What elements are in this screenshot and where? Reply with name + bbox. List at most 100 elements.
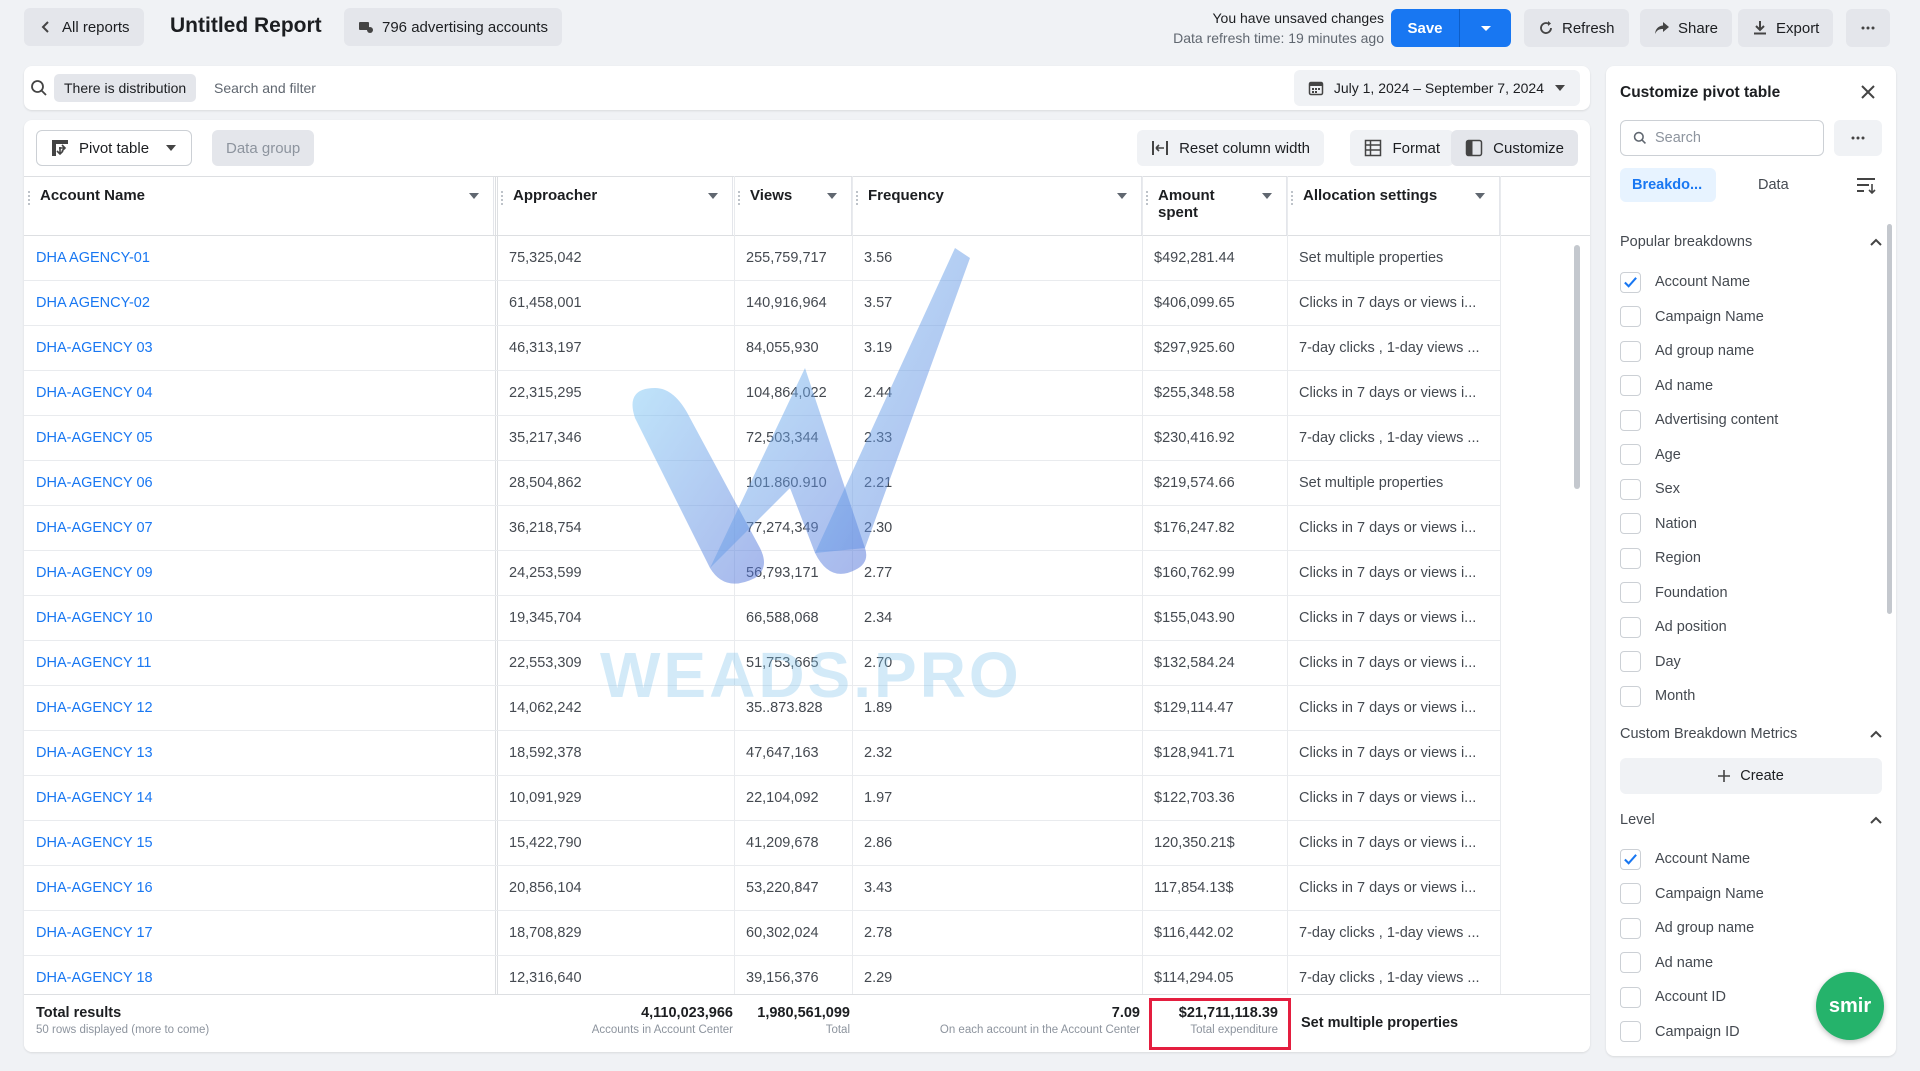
- breakdown-option[interactable]: Account Name: [1620, 846, 1750, 872]
- checkbox[interactable]: [1620, 547, 1641, 569]
- more-options-button[interactable]: [1846, 9, 1890, 47]
- account-name-cell[interactable]: DHA-AGENCY 11: [24, 641, 494, 686]
- checkbox[interactable]: [1620, 616, 1641, 638]
- drag-handle-icon[interactable]: [501, 191, 503, 205]
- account-name-cell[interactable]: DHA-AGENCY 10: [24, 596, 494, 641]
- breakdown-option[interactable]: Nation: [1620, 511, 1697, 537]
- popular-breakdowns-header[interactable]: Popular breakdowns: [1620, 234, 1882, 250]
- caret-down-icon[interactable]: [827, 193, 837, 199]
- all-reports-button[interactable]: All reports: [24, 8, 144, 46]
- checkbox[interactable]: [1620, 478, 1641, 500]
- breakdown-option[interactable]: Account ID: [1620, 984, 1726, 1010]
- account-name-cell[interactable]: DHA-AGENCY 12: [24, 686, 494, 731]
- checkbox[interactable]: [1620, 375, 1641, 396]
- account-name-cell[interactable]: DHA AGENCY-02: [24, 281, 494, 326]
- caret-down-icon[interactable]: [1262, 193, 1272, 199]
- caret-down-icon[interactable]: [1475, 193, 1485, 199]
- filter-chip[interactable]: There is distribution: [54, 74, 197, 102]
- breakdown-option[interactable]: Campaign Name: [1620, 881, 1764, 907]
- column-header-allocation-settings[interactable]: Allocation settings: [1287, 177, 1500, 235]
- format-button[interactable]: Format: [1350, 130, 1454, 166]
- level-header[interactable]: Level: [1620, 812, 1882, 828]
- checkbox[interactable]: [1620, 952, 1641, 973]
- drag-handle-icon[interactable]: [28, 191, 30, 205]
- breakdown-option[interactable]: Campaign ID: [1620, 1019, 1740, 1045]
- checkbox[interactable]: [1620, 651, 1641, 672]
- account-name-cell[interactable]: DHA-AGENCY 07: [24, 506, 494, 551]
- column-header-views[interactable]: Views: [734, 177, 852, 235]
- drag-handle-icon[interactable]: [1291, 191, 1293, 205]
- checkbox[interactable]: [1620, 685, 1641, 707]
- checkbox[interactable]: [1620, 444, 1641, 465]
- breakdown-option[interactable]: Account Name: [1620, 269, 1750, 295]
- panel-scrollbar[interactable]: [1887, 224, 1892, 614]
- chat-badge-button[interactable]: smir: [1816, 972, 1884, 1040]
- checkbox-checked[interactable]: [1620, 848, 1641, 870]
- advertising-accounts-button[interactable]: 796 advertising accounts: [344, 8, 562, 46]
- share-button[interactable]: Share: [1640, 9, 1733, 47]
- drag-handle-icon[interactable]: [856, 191, 858, 205]
- breakdown-option[interactable]: Campaign Name: [1620, 304, 1764, 330]
- account-name-cell[interactable]: DHA-AGENCY 06: [24, 461, 494, 506]
- checkbox[interactable]: [1620, 340, 1641, 362]
- column-header-account-name[interactable]: Account Name: [24, 177, 494, 235]
- sort-icon[interactable]: [1856, 176, 1876, 194]
- table-scrollbar[interactable]: [1574, 245, 1580, 489]
- save-button[interactable]: Save: [1391, 9, 1459, 47]
- account-name-cell[interactable]: DHA-AGENCY 17: [24, 911, 494, 956]
- account-name-cell[interactable]: DHA AGENCY-01: [24, 236, 494, 281]
- checkbox[interactable]: [1620, 513, 1641, 534]
- checkbox[interactable]: [1620, 883, 1641, 904]
- drag-handle-icon[interactable]: [1146, 191, 1148, 205]
- breakdown-option[interactable]: Advertising content: [1620, 407, 1778, 433]
- checkbox[interactable]: [1620, 409, 1641, 431]
- reset-column-width-button[interactable]: Reset column width: [1137, 130, 1324, 166]
- account-name-cell[interactable]: DHA-AGENCY 03: [24, 326, 494, 371]
- chevron-up-icon[interactable]: [1870, 816, 1882, 824]
- breakdown-option[interactable]: Ad name: [1620, 950, 1713, 976]
- breakdown-option[interactable]: Ad name: [1620, 373, 1713, 399]
- pivot-table-selector[interactable]: Pivot table: [36, 130, 193, 166]
- report-title[interactable]: Untitled Report: [170, 14, 322, 38]
- breakdown-option[interactable]: Ad group name: [1620, 338, 1754, 364]
- column-header-frequency[interactable]: Frequency: [852, 177, 1142, 235]
- panel-more-button[interactable]: [1834, 120, 1882, 156]
- chevron-up-icon[interactable]: [1870, 730, 1882, 738]
- breakdown-option[interactable]: Day: [1620, 649, 1681, 675]
- refresh-button[interactable]: Refresh: [1524, 9, 1629, 47]
- column-header-amount-spent[interactable]: Amount spent: [1142, 177, 1287, 235]
- breakdown-option[interactable]: Ad group name: [1620, 915, 1754, 941]
- checkbox[interactable]: [1620, 917, 1641, 939]
- panel-search-input[interactable]: [1655, 130, 1805, 146]
- account-name-cell[interactable]: DHA-AGENCY 14: [24, 776, 494, 821]
- checkbox[interactable]: [1620, 306, 1641, 327]
- account-name-cell[interactable]: DHA-AGENCY 04: [24, 371, 494, 416]
- search-filter-input[interactable]: [214, 74, 714, 102]
- checkbox-checked[interactable]: [1620, 271, 1641, 293]
- breakdown-option[interactable]: Foundation: [1620, 580, 1728, 606]
- panel-search-box[interactable]: [1620, 120, 1824, 156]
- column-header-approacher[interactable]: Approacher: [497, 177, 733, 235]
- caret-down-icon[interactable]: [1117, 193, 1127, 199]
- account-name-cell[interactable]: DHA-AGENCY 15: [24, 821, 494, 866]
- date-range-button[interactable]: July 1, 2024 – September 7, 2024: [1293, 70, 1580, 106]
- chevron-up-icon[interactable]: [1870, 238, 1882, 246]
- account-name-cell[interactable]: DHA-AGENCY 13: [24, 731, 494, 776]
- checkbox[interactable]: [1620, 986, 1641, 1008]
- tab-data[interactable]: Data: [1746, 168, 1801, 202]
- account-name-cell[interactable]: DHA-AGENCY 09: [24, 551, 494, 596]
- data-group-button[interactable]: Data group: [212, 130, 315, 166]
- caret-down-icon[interactable]: [469, 193, 479, 199]
- account-name-cell[interactable]: DHA-AGENCY 18: [24, 956, 494, 994]
- drag-handle-icon[interactable]: [738, 191, 740, 205]
- breakdown-option[interactable]: Region: [1620, 545, 1701, 571]
- custom-breakdown-metrics-header[interactable]: Custom Breakdown Metrics: [1620, 726, 1882, 742]
- create-metric-button[interactable]: Create: [1620, 758, 1882, 794]
- checkbox[interactable]: [1620, 582, 1641, 603]
- customize-button[interactable]: Customize: [1451, 130, 1578, 166]
- tab-breakdowns[interactable]: Breakdo...: [1620, 168, 1716, 202]
- close-icon[interactable]: [1858, 82, 1878, 102]
- account-name-cell[interactable]: DHA-AGENCY 16: [24, 866, 494, 911]
- breakdown-option[interactable]: Month: [1620, 683, 1695, 709]
- export-button[interactable]: Export: [1738, 9, 1834, 47]
